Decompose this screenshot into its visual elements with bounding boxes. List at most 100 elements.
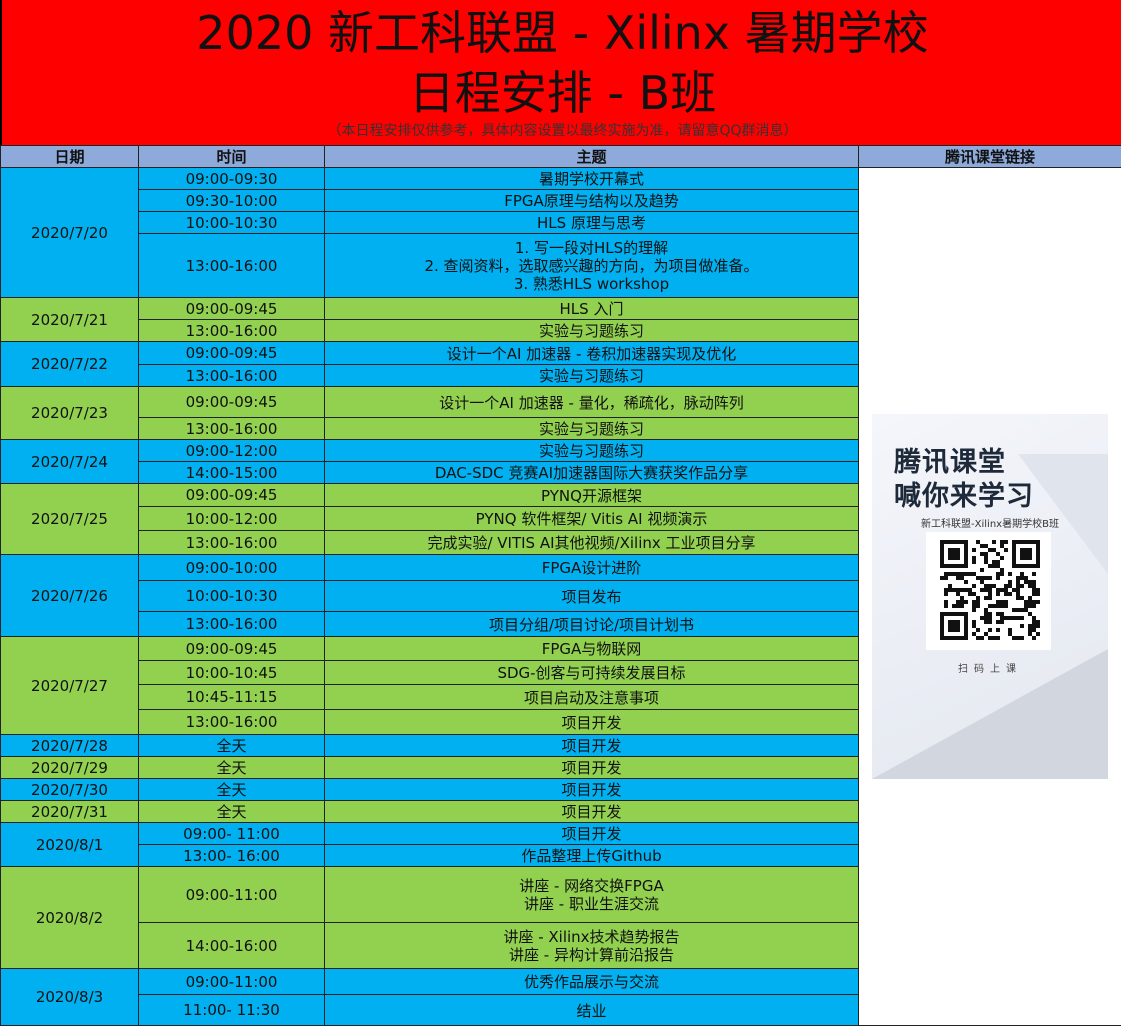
disclaimer-note: （本日程安排仅供参考，具体内容设置以最终实施为准，请留意QQ群消息） bbox=[327, 123, 798, 139]
date-cell: 2020/8/2 bbox=[0, 866, 139, 969]
date-cell: 2020/7/21 bbox=[0, 297, 139, 342]
time-cell: 09:00-09:45 bbox=[138, 341, 325, 365]
topic-cell: 暑期学校开幕式 bbox=[324, 167, 859, 190]
time-cell: 13:00-16:00 bbox=[138, 319, 325, 342]
time-cell: 10:00-10:30 bbox=[138, 580, 325, 612]
topic-cell: 优秀作品展示与交流 bbox=[324, 968, 859, 995]
time-cell: 全天 bbox=[138, 800, 325, 823]
topic-cell: 实验与习题练习 bbox=[324, 417, 859, 440]
time-cell: 09:00-12:00 bbox=[138, 439, 325, 462]
time-cell: 全天 bbox=[138, 756, 325, 779]
date-cell: 2020/7/25 bbox=[0, 483, 139, 555]
topic-cell: HLS 入门 bbox=[324, 297, 859, 320]
time-cell: 13:00-16:00 bbox=[138, 530, 325, 555]
topic-cell: SDG-创客与可持续发展目标 bbox=[324, 660, 859, 685]
time-cell: 09:00-09:45 bbox=[138, 297, 325, 320]
time-cell: 09:30-10:00 bbox=[138, 189, 325, 212]
time-cell: 10:00-10:45 bbox=[138, 660, 325, 685]
poster-headline-2: 喊你来学习 bbox=[894, 481, 1034, 512]
topic-cell: 项目开发 bbox=[324, 800, 859, 823]
time-cell: 全天 bbox=[138, 734, 325, 757]
topic-cell: 讲座 - Xilinx技术趋势报告 讲座 - 异构计算前沿报告 bbox=[324, 922, 859, 969]
time-cell: 09:00- 11:00 bbox=[138, 822, 325, 845]
schedule-body: 2020/7/20 09:00-09:30 暑期学校开幕式 腾讯课堂 喊你来学习 新工科联… bbox=[0, 167, 1121, 1026]
topic-cell: 项目分组/项目讨论/项目计划书 bbox=[324, 611, 859, 637]
time-cell: 全天 bbox=[138, 778, 325, 801]
time-cell: 13:00-16:00 bbox=[138, 709, 325, 735]
topic-cell: PYNQ开源框架 bbox=[324, 483, 859, 507]
header-row: 日期 时间 主题 腾讯课堂链接 bbox=[0, 145, 1121, 168]
topic-cell: 项目开发 bbox=[324, 756, 859, 779]
col-header-time: 时间 bbox=[138, 145, 325, 168]
time-cell: 14:00-15:00 bbox=[138, 461, 325, 484]
topic-cell: 项目开发 bbox=[324, 822, 859, 845]
date-cell: 2020/7/26 bbox=[0, 554, 139, 637]
topic-cell: 实验与习题练习 bbox=[324, 439, 859, 462]
time-cell: 14:00-16:00 bbox=[138, 922, 325, 969]
topic-cell: 设计一个AI 加速器 - 量化，稀疏化，脉动阵列 bbox=[324, 386, 859, 418]
page-title: 2020 新工科联盟 - Xilinx 暑期学校 bbox=[196, 6, 929, 60]
time-cell: 13:00-16:00 bbox=[138, 233, 325, 298]
topic-cell: 项目启动及注意事项 bbox=[324, 684, 859, 710]
table-row: 2020/7/20 09:00-09:30 暑期学校开幕式 腾讯课堂 喊你来学习 新工科联… bbox=[0, 167, 1121, 1026]
date-cell: 2020/7/22 bbox=[0, 341, 139, 387]
date-cell: 2020/7/28 bbox=[0, 734, 139, 757]
col-header-link: 腾讯课堂链接 bbox=[858, 145, 1121, 168]
tencent-classroom-poster[interactable]: 腾讯课堂 喊你来学习 新工科联盟-Xilinx暑期学校B班 扫码上课 bbox=[872, 414, 1108, 779]
topic-cell: HLS 原理与思考 bbox=[324, 211, 859, 234]
topic-cell: 项目开发 bbox=[324, 778, 859, 801]
time-cell: 09:00-09:45 bbox=[138, 386, 325, 418]
topic-line: 讲座 - 职业生涯交流 bbox=[524, 894, 659, 913]
topic-cell: 结业 bbox=[324, 994, 859, 1026]
topic-line: 1. 写一段对HLS的理解 bbox=[514, 238, 669, 257]
date-cell: 2020/7/29 bbox=[0, 756, 139, 779]
topic-cell: 讲座 - 网络交换FPGA 讲座 - 职业生涯交流 bbox=[324, 866, 859, 923]
date-cell: 2020/7/27 bbox=[0, 636, 139, 735]
time-cell: 09:00-11:00 bbox=[138, 866, 325, 923]
time-cell: 09:00-10:00 bbox=[138, 554, 325, 581]
time-cell: 13:00-16:00 bbox=[138, 611, 325, 637]
time-cell: 09:00-09:30 bbox=[138, 167, 325, 190]
topic-cell: 作品整理上传Github bbox=[324, 844, 859, 867]
time-cell: 13:00-16:00 bbox=[138, 417, 325, 440]
topic-cell: 项目开发 bbox=[324, 709, 859, 735]
col-header-date: 日期 bbox=[0, 145, 139, 168]
date-cell: 2020/7/30 bbox=[0, 778, 139, 801]
page-subtitle: 日程安排 - B班 bbox=[408, 66, 717, 120]
date-cell: 2020/7/31 bbox=[0, 800, 139, 823]
topic-cell: 1. 写一段对HLS的理解 2. 查阅资料，选取感兴趣的方向，为项目做准备。 3. … bbox=[324, 233, 859, 298]
topic-cell: 项目发布 bbox=[324, 580, 859, 612]
time-cell: 13:00- 16:00 bbox=[138, 844, 325, 867]
title-banner: 2020 新工科联盟 - Xilinx 暑期学校 日程安排 - B班 （本日程安… bbox=[0, 0, 1121, 145]
topic-cell: FPGA原理与结构以及趋势 bbox=[324, 189, 859, 212]
topic-cell: 实验与习题练习 bbox=[324, 319, 859, 342]
tencent-classroom-qr-cell[interactable]: 腾讯课堂 喊你来学习 新工科联盟-Xilinx暑期学校B班 扫码上课 bbox=[858, 167, 1121, 1026]
topic-cell: DAC-SDC 竞赛AI加速器国际大赛获奖作品分享 bbox=[324, 461, 859, 484]
time-cell: 10:00-10:30 bbox=[138, 211, 325, 234]
poster-subtitle: 新工科联盟-Xilinx暑期学校B班 bbox=[921, 519, 1059, 530]
col-header-topic: 主题 bbox=[324, 145, 859, 168]
topic-line: 讲座 - 异构计算前沿报告 bbox=[509, 945, 674, 964]
topic-line: 讲座 - Xilinx技术趋势报告 bbox=[503, 927, 680, 946]
topic-cell: 完成实验/ VITIS AI其他视频/Xilinx 工业项目分享 bbox=[324, 530, 859, 555]
topic-cell: 项目开发 bbox=[324, 734, 859, 757]
topic-cell: 设计一个AI 加速器 - 卷积加速器实现及优化 bbox=[324, 341, 859, 365]
date-cell: 2020/7/20 bbox=[0, 167, 139, 298]
time-cell: 10:45-11:15 bbox=[138, 684, 325, 710]
date-cell: 2020/8/3 bbox=[0, 968, 139, 1026]
time-cell: 13:00-16:00 bbox=[138, 364, 325, 387]
qr-code-icon[interactable] bbox=[926, 532, 1051, 650]
time-cell: 10:00-12:00 bbox=[138, 506, 325, 531]
time-cell: 09:00-09:45 bbox=[138, 483, 325, 507]
scan-instruction: 扫码上课 bbox=[958, 664, 1022, 675]
topic-line: 2. 查阅资料，选取感兴趣的方向，为项目做准备。 bbox=[424, 256, 759, 275]
topic-cell: FPGA与物联网 bbox=[324, 636, 859, 661]
date-cell: 2020/8/1 bbox=[0, 822, 139, 867]
time-cell: 09:00-11:00 bbox=[138, 968, 325, 995]
topic-cell: PYNQ 软件框架/ Vitis AI 视频演示 bbox=[324, 506, 859, 531]
topic-cell: 实验与习题练习 bbox=[324, 364, 859, 387]
schedule-table: 日期 时间 主题 腾讯课堂链接 2020/7/20 09:00-09:30 暑期学校… bbox=[0, 145, 1121, 1026]
time-cell: 09:00-09:45 bbox=[138, 636, 325, 661]
date-cell: 2020/7/23 bbox=[0, 386, 139, 440]
date-cell: 2020/7/24 bbox=[0, 439, 139, 484]
